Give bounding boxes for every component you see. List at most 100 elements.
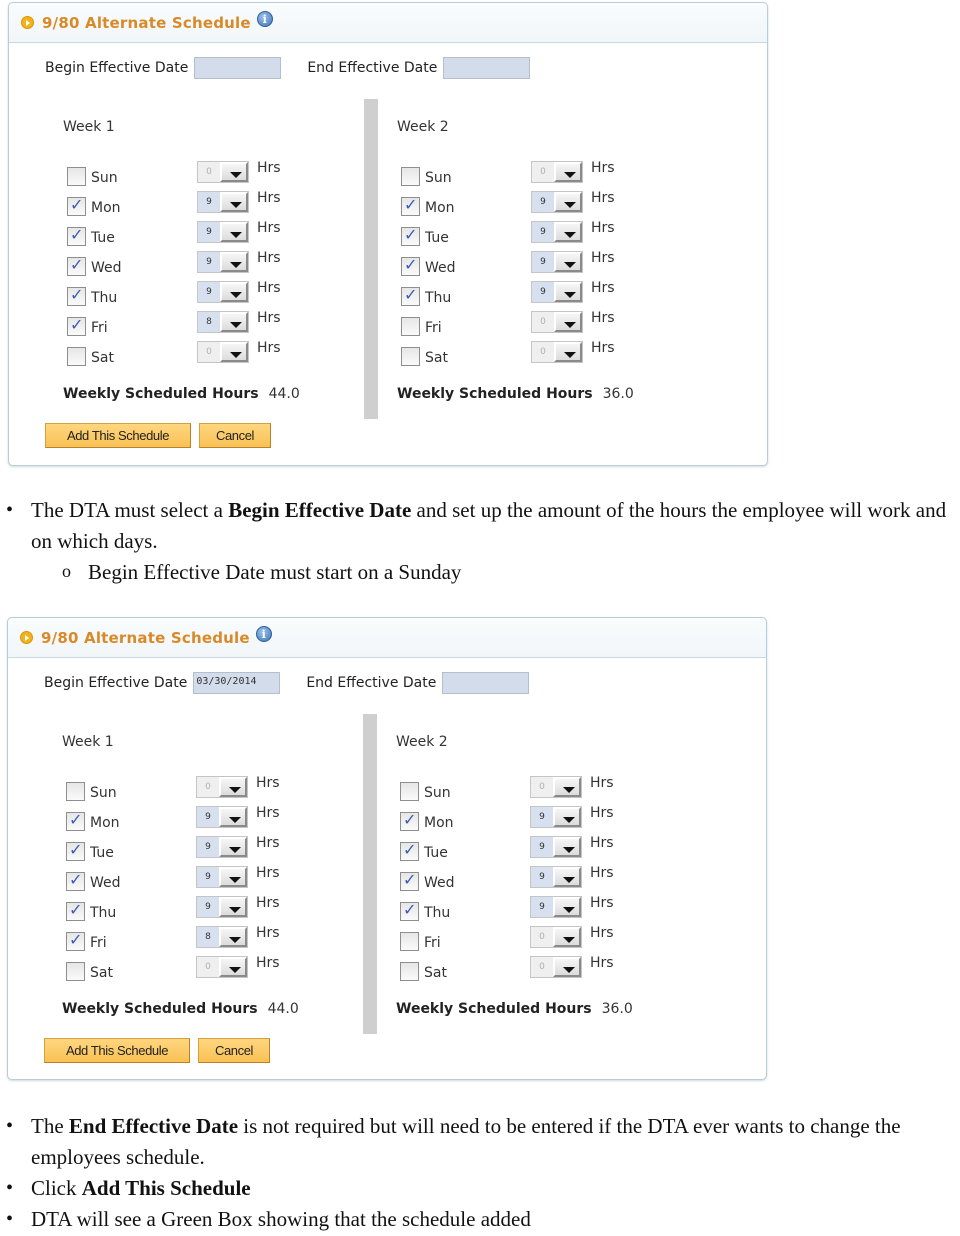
- hours-select[interactable]: 0: [530, 776, 582, 798]
- hours-select[interactable]: 9: [531, 251, 583, 273]
- chevron-down-icon[interactable]: [554, 342, 582, 362]
- chevron-down-icon[interactable]: [220, 162, 248, 182]
- chevron-down-icon[interactable]: [554, 162, 582, 182]
- day-checkbox[interactable]: [66, 782, 85, 801]
- hours-select[interactable]: 9: [197, 251, 249, 273]
- end-effective-date-input[interactable]: [443, 57, 531, 79]
- hours-select[interactable]: 9: [197, 191, 249, 213]
- chevron-down-icon[interactable]: [553, 897, 581, 917]
- collapse-circle-icon[interactable]: [20, 631, 33, 644]
- chevron-down-icon[interactable]: [553, 867, 581, 887]
- chevron-down-icon[interactable]: [219, 837, 247, 857]
- begin-effective-date-input[interactable]: 03/30/2014: [193, 672, 281, 694]
- hours-select[interactable]: 0: [531, 161, 583, 183]
- hours-value: 9: [198, 192, 220, 212]
- day-checkbox[interactable]: [67, 255, 86, 276]
- hours-select[interactable]: 0: [196, 776, 248, 798]
- hours-select[interactable]: 9: [196, 866, 248, 888]
- day-checkbox[interactable]: [66, 900, 85, 921]
- day-checkbox[interactable]: [67, 285, 86, 306]
- hours-select[interactable]: 0: [530, 956, 582, 978]
- hours-select[interactable]: 9: [530, 896, 582, 918]
- chevron-down-icon[interactable]: [220, 222, 248, 242]
- info-icon[interactable]: i: [256, 10, 273, 27]
- cancel-button[interactable]: Cancel: [199, 423, 271, 448]
- hours-select[interactable]: 0: [197, 341, 249, 363]
- weekly-hours-value: 44.0: [267, 1001, 299, 1017]
- day-checkbox[interactable]: [401, 317, 420, 336]
- day-checkbox[interactable]: [400, 810, 419, 831]
- chevron-down-icon[interactable]: [220, 342, 248, 362]
- info-icon[interactable]: i: [255, 625, 272, 642]
- collapse-circle-icon[interactable]: [21, 16, 34, 29]
- chevron-down-icon[interactable]: [220, 192, 248, 212]
- day-checkbox[interactable]: [66, 810, 85, 831]
- chevron-down-icon[interactable]: [553, 927, 581, 947]
- day-checkbox[interactable]: [400, 962, 419, 981]
- hours-select[interactable]: 9: [530, 836, 582, 858]
- chevron-down-icon[interactable]: [219, 927, 247, 947]
- day-checkbox[interactable]: [401, 255, 420, 276]
- chevron-down-icon[interactable]: [219, 957, 247, 977]
- day-checkbox[interactable]: [400, 870, 419, 891]
- day-checkbox[interactable]: [400, 840, 419, 861]
- hours-select[interactable]: 0: [531, 341, 583, 363]
- day-checkbox[interactable]: [66, 870, 85, 891]
- cancel-button[interactable]: Cancel: [198, 1038, 270, 1063]
- add-this-schedule-button[interactable]: Add This Schedule: [44, 1038, 190, 1063]
- chevron-down-icon[interactable]: [554, 192, 582, 212]
- hours-select[interactable]: 9: [196, 896, 248, 918]
- chevron-down-icon[interactable]: [220, 282, 248, 302]
- hours-select[interactable]: 9: [530, 806, 582, 828]
- chevron-down-icon[interactable]: [554, 312, 582, 332]
- hours-select[interactable]: 9: [531, 281, 583, 303]
- chevron-down-icon[interactable]: [220, 312, 248, 332]
- day-checkbox[interactable]: [67, 195, 86, 216]
- day-checkbox[interactable]: [401, 347, 420, 366]
- chevron-down-icon[interactable]: [219, 897, 247, 917]
- hours-select[interactable]: 8: [196, 926, 248, 948]
- chevron-down-icon[interactable]: [553, 777, 581, 797]
- chevron-down-icon[interactable]: [219, 867, 247, 887]
- day-checkbox[interactable]: [66, 962, 85, 981]
- chevron-down-icon[interactable]: [554, 252, 582, 272]
- day-checkbox[interactable]: [67, 167, 86, 186]
- day-checkbox[interactable]: [66, 930, 85, 951]
- chevron-down-icon[interactable]: [553, 807, 581, 827]
- hours-select[interactable]: 9: [196, 806, 248, 828]
- chevron-down-icon[interactable]: [553, 957, 581, 977]
- add-this-schedule-button[interactable]: Add This Schedule: [45, 423, 191, 448]
- hours-select[interactable]: 8: [197, 311, 249, 333]
- hours-select[interactable]: 9: [530, 866, 582, 888]
- hours-unit-label: Hrs: [591, 250, 615, 266]
- hours-select[interactable]: 9: [197, 221, 249, 243]
- chevron-down-icon[interactable]: [554, 282, 582, 302]
- chevron-down-icon[interactable]: [553, 837, 581, 857]
- day-checkbox[interactable]: [400, 782, 419, 801]
- hours-select[interactable]: 0: [531, 311, 583, 333]
- weekly-scheduled-hours: Weekly Scheduled Hours 36.0: [396, 1001, 633, 1017]
- hours-select[interactable]: 9: [531, 191, 583, 213]
- day-checkbox[interactable]: [401, 225, 420, 246]
- end-effective-date-input[interactable]: [442, 672, 530, 694]
- hours-select[interactable]: 0: [196, 956, 248, 978]
- begin-effective-date-input[interactable]: [194, 57, 282, 79]
- hours-select[interactable]: 9: [197, 281, 249, 303]
- day-checkbox[interactable]: [401, 285, 420, 306]
- hours-select[interactable]: 0: [197, 161, 249, 183]
- chevron-down-icon[interactable]: [219, 777, 247, 797]
- chevron-down-icon[interactable]: [219, 807, 247, 827]
- day-checkbox[interactable]: [401, 195, 420, 216]
- hours-select[interactable]: 9: [531, 221, 583, 243]
- hours-select[interactable]: 9: [196, 836, 248, 858]
- day-checkbox[interactable]: [400, 900, 419, 921]
- day-checkbox[interactable]: [401, 167, 420, 186]
- chevron-down-icon[interactable]: [220, 252, 248, 272]
- day-checkbox[interactable]: [67, 347, 86, 366]
- chevron-down-icon[interactable]: [554, 222, 582, 242]
- day-checkbox[interactable]: [67, 315, 86, 336]
- day-checkbox[interactable]: [66, 840, 85, 861]
- day-checkbox[interactable]: [67, 225, 86, 246]
- day-checkbox[interactable]: [400, 932, 419, 951]
- hours-select[interactable]: 0: [530, 926, 582, 948]
